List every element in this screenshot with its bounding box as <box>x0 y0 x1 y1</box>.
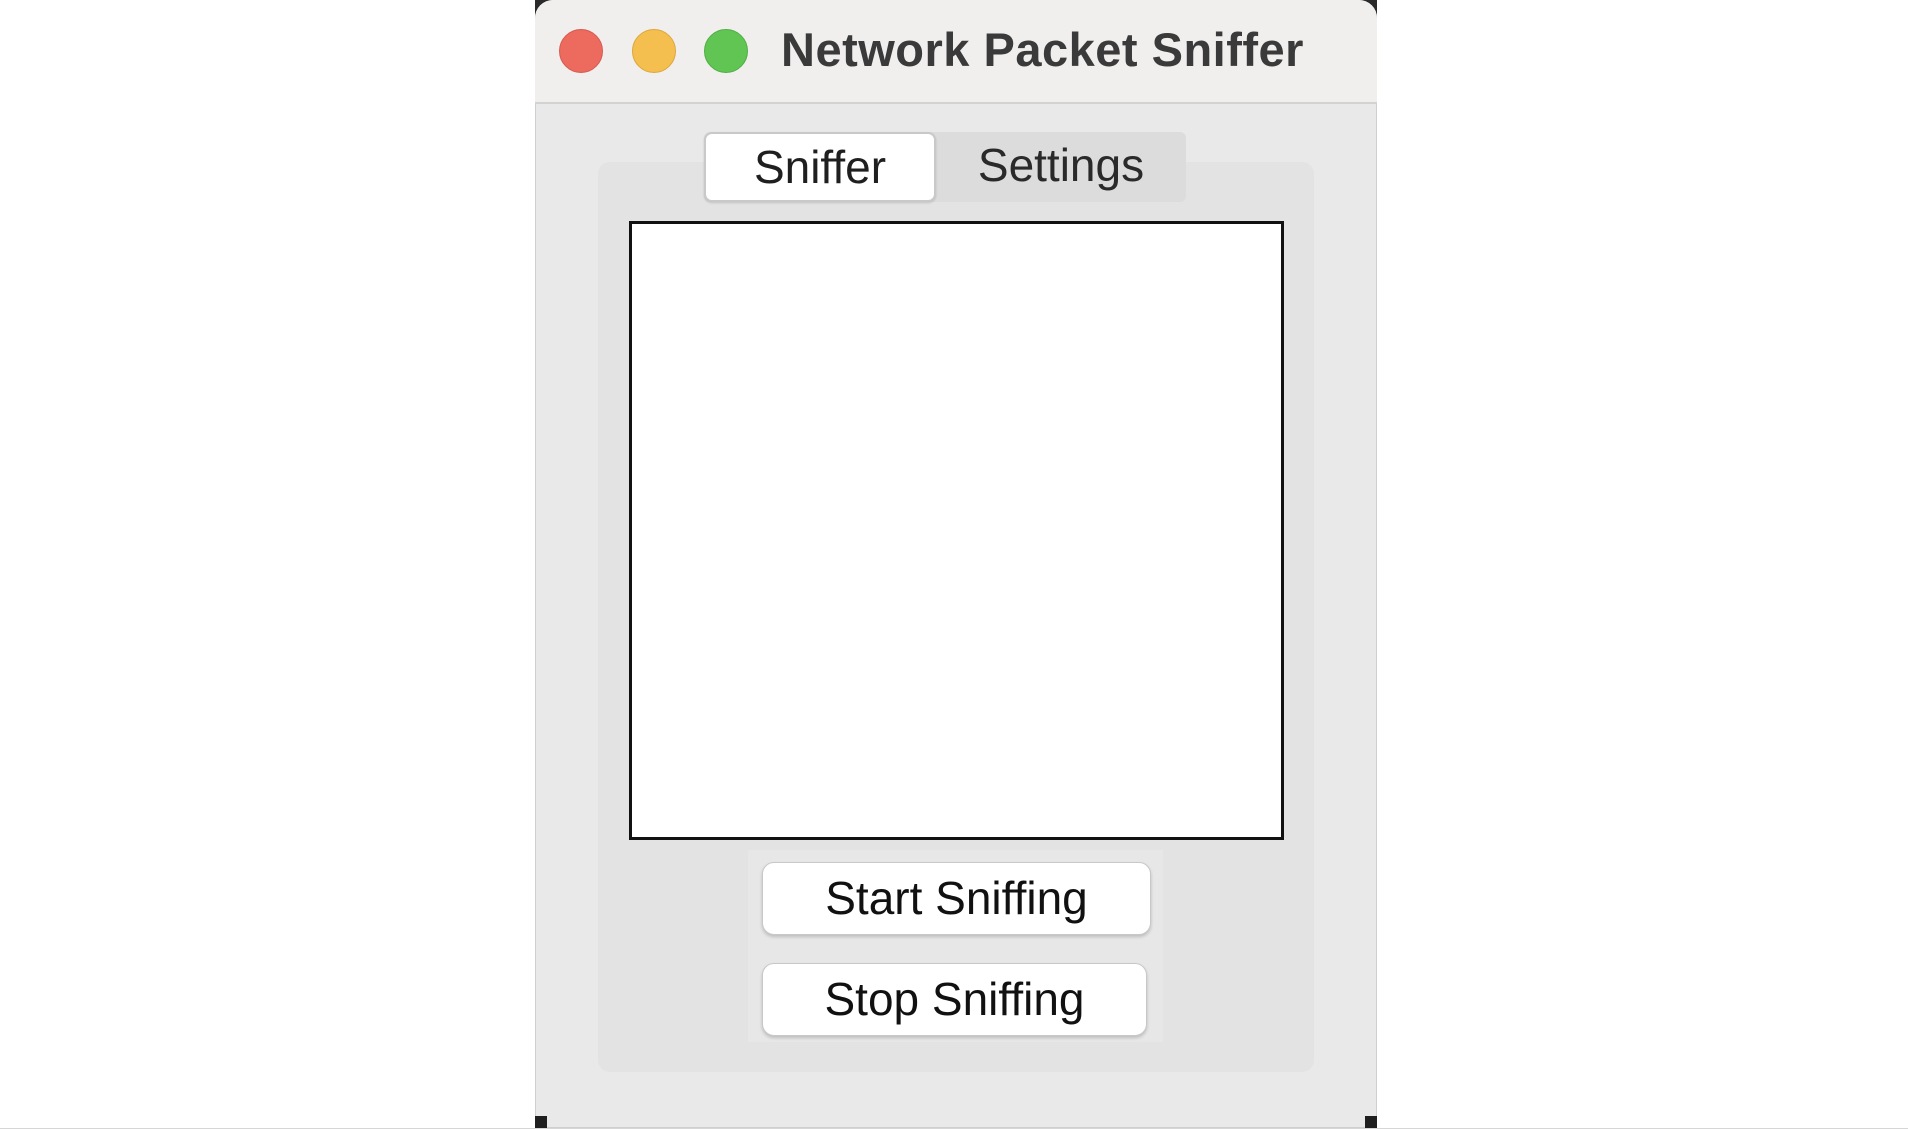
window-title: Network Packet Sniffer <box>781 23 1304 76</box>
tab-settings[interactable]: Settings <box>936 132 1186 202</box>
maximize-button[interactable] <box>704 29 748 73</box>
divider <box>0 1128 1908 1129</box>
start-sniffing-button[interactable]: Start Sniffing <box>762 862 1151 935</box>
app-window: Network Packet Sniffer Sniffer Settings … <box>535 0 1377 1128</box>
minimize-button[interactable] <box>632 29 676 73</box>
stop-sniffing-button[interactable]: Stop Sniffing <box>762 963 1147 1036</box>
desktop: Network Packet Sniffer Sniffer Settings … <box>0 0 1908 1130</box>
screen-corner <box>535 1116 547 1128</box>
title-bar[interactable]: Network Packet Sniffer <box>535 0 1377 104</box>
tab-bar: Sniffer Settings <box>704 132 1186 202</box>
packet-output-area[interactable] <box>629 221 1284 840</box>
close-button[interactable] <box>559 29 603 73</box>
tab-sniffer[interactable]: Sniffer <box>704 132 936 202</box>
screen-corner <box>1365 1116 1377 1128</box>
button-group: Start Sniffing Stop Sniffing <box>748 850 1163 1042</box>
